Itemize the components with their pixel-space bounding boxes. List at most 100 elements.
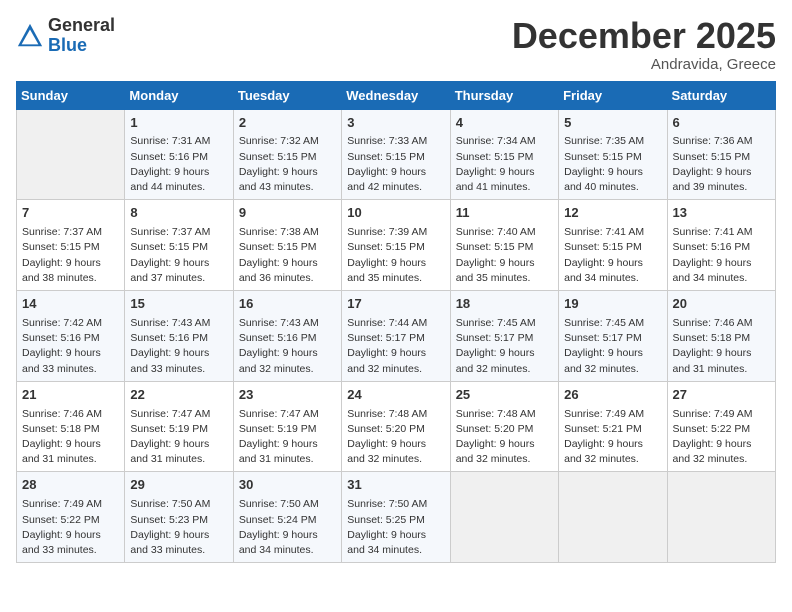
- cell-content: Sunrise: 7:48 AMSunset: 5:20 PMDaylight:…: [456, 407, 553, 468]
- calendar-cell: 26 Sunrise: 7:49 AMSunset: 5:21 PMDayligh…: [559, 381, 667, 472]
- day-number: 21: [22, 386, 119, 405]
- cell-content: Sunrise: 7:45 AMSunset: 5:17 PMDaylight:…: [564, 316, 661, 377]
- day-number: 13: [673, 204, 770, 223]
- calendar-cell: 12 Sunrise: 7:41 AMSunset: 5:15 PMDayligh…: [559, 200, 667, 291]
- day-number: 17: [347, 295, 444, 314]
- page-header: General Blue December 2025 Andravida, Gr…: [16, 16, 776, 73]
- day-header-friday: Friday: [559, 81, 667, 109]
- calendar-week-row: 1Sunrise: 7:31 AMSunset: 5:16 PMDaylight…: [17, 109, 776, 200]
- calendar-cell: [667, 472, 775, 563]
- calendar-cell: 4Sunrise: 7:34 AMSunset: 5:15 PMDaylight…: [450, 109, 558, 200]
- calendar-cell: 31 Sunrise: 7:50 AMSunset: 5:25 PMDayligh…: [342, 472, 450, 563]
- calendar-cell: 2Sunrise: 7:32 AMSunset: 5:15 PMDaylight…: [233, 109, 341, 200]
- day-header-wednesday: Wednesday: [342, 81, 450, 109]
- cell-content: Sunrise: 7:36 AMSunset: 5:15 PMDaylight:…: [673, 134, 770, 195]
- cell-content: Sunrise: 7:50 AMSunset: 5:24 PMDaylight:…: [239, 497, 336, 558]
- calendar-cell: 14Sunrise: 7:42 AMSunset: 5:16 PMDayligh…: [17, 291, 125, 382]
- calendar-cell: 11Sunrise: 7:40 AMSunset: 5:15 PMDayligh…: [450, 200, 558, 291]
- calendar-cell: 3Sunrise: 7:33 AMSunset: 5:15 PMDaylight…: [342, 109, 450, 200]
- cell-content: Sunrise: 7:46 AMSunset: 5:18 PMDaylight:…: [673, 316, 770, 377]
- calendar-cell: 8 Sunrise: 7:37 AMSunset: 5:15 PMDaylight…: [125, 200, 233, 291]
- day-header-monday: Monday: [125, 81, 233, 109]
- day-number: 11: [456, 204, 553, 223]
- calendar-cell: 15Sunrise: 7:43 AMSunset: 5:16 PMDayligh…: [125, 291, 233, 382]
- cell-content: Sunrise: 7:45 AMSunset: 5:17 PMDaylight:…: [456, 316, 553, 377]
- calendar-header-row: SundayMondayTuesdayWednesdayThursdayFrid…: [17, 81, 776, 109]
- cell-content: Sunrise: 7:41 AMSunset: 5:15 PMDaylight:…: [564, 225, 661, 286]
- day-header-saturday: Saturday: [667, 81, 775, 109]
- day-number: 31: [347, 476, 444, 495]
- cell-content: Sunrise: 7:49 AMSunset: 5:22 PMDaylight:…: [673, 407, 770, 468]
- calendar-cell: 21 Sunrise: 7:46 AMSunset: 5:18 PMDayligh…: [17, 381, 125, 472]
- day-number: 7: [22, 204, 119, 223]
- calendar-cell: 19 Sunrise: 7:45 AMSunset: 5:17 PMDayligh…: [559, 291, 667, 382]
- calendar-week-row: 14Sunrise: 7:42 AMSunset: 5:16 PMDayligh…: [17, 291, 776, 382]
- calendar-cell: 27 Sunrise: 7:49 AMSunset: 5:22 PMDayligh…: [667, 381, 775, 472]
- day-number: 25: [456, 386, 553, 405]
- cell-content: Sunrise: 7:37 AMSunset: 5:15 PMDaylight:…: [130, 225, 227, 286]
- calendar-cell: 30 Sunrise: 7:50 AMSunset: 5:24 PMDayligh…: [233, 472, 341, 563]
- day-number: 24: [347, 386, 444, 405]
- cell-content: Sunrise: 7:49 AMSunset: 5:21 PMDaylight:…: [564, 407, 661, 468]
- title-block: December 2025 Andravida, Greece: [512, 16, 776, 73]
- day-number: 23: [239, 386, 336, 405]
- day-number: 5: [564, 114, 661, 133]
- cell-content: Sunrise: 7:50 AMSunset: 5:25 PMDaylight:…: [347, 497, 444, 558]
- cell-content: Sunrise: 7:42 AMSunset: 5:16 PMDaylight:…: [22, 316, 119, 377]
- cell-content: Sunrise: 7:48 AMSunset: 5:20 PMDaylight:…: [347, 407, 444, 468]
- cell-content: Sunrise: 7:47 AMSunset: 5:19 PMDaylight:…: [239, 407, 336, 468]
- cell-content: Sunrise: 7:46 AMSunset: 5:18 PMDaylight:…: [22, 407, 119, 468]
- day-number: 18: [456, 295, 553, 314]
- calendar-week-row: 28Sunrise: 7:49 AMSunset: 5:22 PMDayligh…: [17, 472, 776, 563]
- calendar-cell: 7 Sunrise: 7:37 AMSunset: 5:15 PMDaylight…: [17, 200, 125, 291]
- calendar-cell: [559, 472, 667, 563]
- calendar-cell: 10 Sunrise: 7:39 AMSunset: 5:15 PMDayligh…: [342, 200, 450, 291]
- day-header-thursday: Thursday: [450, 81, 558, 109]
- cell-content: Sunrise: 7:38 AMSunset: 5:15 PMDaylight:…: [239, 225, 336, 286]
- day-number: 15: [130, 295, 227, 314]
- calendar-cell: 24 Sunrise: 7:48 AMSunset: 5:20 PMDayligh…: [342, 381, 450, 472]
- cell-content: Sunrise: 7:35 AMSunset: 5:15 PMDaylight:…: [564, 134, 661, 195]
- day-number: 4: [456, 114, 553, 133]
- logo: General Blue: [16, 16, 115, 56]
- cell-content: Sunrise: 7:31 AMSunset: 5:16 PMDaylight:…: [130, 134, 227, 195]
- day-number: 6: [673, 114, 770, 133]
- calendar-cell: 22Sunrise: 7:47 AMSunset: 5:19 PMDayligh…: [125, 381, 233, 472]
- day-number: 19: [564, 295, 661, 314]
- calendar-cell: 23 Sunrise: 7:47 AMSunset: 5:19 PMDayligh…: [233, 381, 341, 472]
- calendar-cell: 6Sunrise: 7:36 AMSunset: 5:15 PMDaylight…: [667, 109, 775, 200]
- cell-content: Sunrise: 7:41 AMSunset: 5:16 PMDaylight:…: [673, 225, 770, 286]
- day-header-tuesday: Tuesday: [233, 81, 341, 109]
- day-number: 2: [239, 114, 336, 133]
- calendar-table: SundayMondayTuesdayWednesdayThursdayFrid…: [16, 81, 776, 564]
- day-number: 3: [347, 114, 444, 133]
- logo-blue: Blue: [48, 35, 87, 55]
- day-number: 28: [22, 476, 119, 495]
- cell-content: Sunrise: 7:34 AMSunset: 5:15 PMDaylight:…: [456, 134, 553, 195]
- day-number: 8: [130, 204, 227, 223]
- day-number: 26: [564, 386, 661, 405]
- month-title: December 2025: [512, 16, 776, 56]
- cell-content: Sunrise: 7:37 AMSunset: 5:15 PMDaylight:…: [22, 225, 119, 286]
- location: Andravida, Greece: [512, 56, 776, 73]
- cell-content: Sunrise: 7:47 AMSunset: 5:19 PMDaylight:…: [130, 407, 227, 468]
- calendar-cell: 17Sunrise: 7:44 AMSunset: 5:17 PMDayligh…: [342, 291, 450, 382]
- day-number: 16: [239, 295, 336, 314]
- cell-content: Sunrise: 7:39 AMSunset: 5:15 PMDaylight:…: [347, 225, 444, 286]
- calendar-cell: [450, 472, 558, 563]
- day-number: 27: [673, 386, 770, 405]
- calendar-cell: 13 Sunrise: 7:41 AMSunset: 5:16 PMDayligh…: [667, 200, 775, 291]
- day-number: 30: [239, 476, 336, 495]
- day-number: 10: [347, 204, 444, 223]
- calendar-week-row: 7 Sunrise: 7:37 AMSunset: 5:15 PMDaylight…: [17, 200, 776, 291]
- calendar-cell: 1Sunrise: 7:31 AMSunset: 5:16 PMDaylight…: [125, 109, 233, 200]
- day-number: 1: [130, 114, 227, 133]
- calendar-cell: 18 Sunrise: 7:45 AMSunset: 5:17 PMDayligh…: [450, 291, 558, 382]
- day-number: 29: [130, 476, 227, 495]
- logo-text: General Blue: [48, 16, 115, 56]
- day-number: 20: [673, 295, 770, 314]
- day-number: 12: [564, 204, 661, 223]
- day-number: 9: [239, 204, 336, 223]
- calendar-week-row: 21 Sunrise: 7:46 AMSunset: 5:18 PMDayligh…: [17, 381, 776, 472]
- calendar-cell: 29Sunrise: 7:50 AMSunset: 5:23 PMDayligh…: [125, 472, 233, 563]
